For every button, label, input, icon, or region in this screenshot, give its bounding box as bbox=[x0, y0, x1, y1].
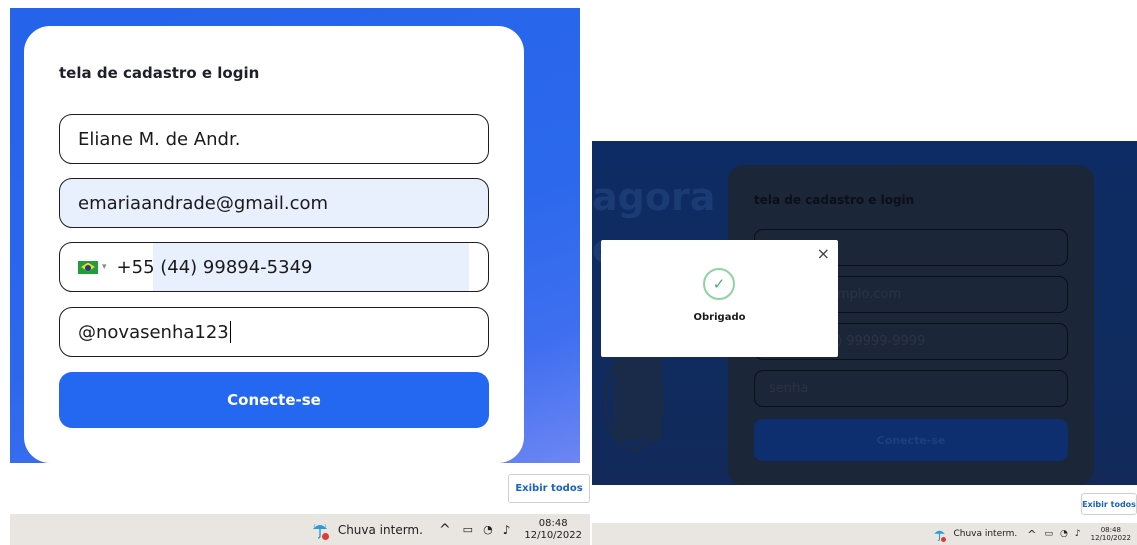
clock-time: 08:48 bbox=[538, 517, 568, 529]
country-dropdown-icon[interactable]: ▾ bbox=[102, 262, 107, 272]
phone-value: +55 (44) 99894-5349 bbox=[116, 256, 313, 278]
password-value: @novasenha123 bbox=[78, 321, 229, 343]
connect-button[interactable]: Conecte-se bbox=[754, 419, 1068, 461]
rain-weather-icon[interactable] bbox=[310, 520, 330, 540]
phone-field[interactable]: ▾ +55 (44) 99894-5349 bbox=[59, 242, 489, 292]
notification-dot bbox=[321, 532, 329, 540]
connect-button[interactable]: Conecte-se bbox=[59, 372, 489, 428]
clock[interactable]: 08:48 12/10/2022 bbox=[1091, 526, 1131, 543]
clock[interactable]: 08:48 12/10/2022 bbox=[524, 518, 582, 542]
page-background-dimmed: agora o tela de cadastro e login mplo.co… bbox=[592, 141, 1137, 485]
wifi-icon[interactable]: ◔ bbox=[1060, 529, 1068, 539]
battery-icon[interactable]: ▭ bbox=[1045, 529, 1054, 539]
chevron-up-icon[interactable]: ^ bbox=[1027, 528, 1036, 541]
rain-weather-icon[interactable] bbox=[932, 527, 947, 542]
password-field[interactable]: @novasenha123 bbox=[59, 307, 489, 357]
volume-icon[interactable]: ♪ bbox=[503, 523, 511, 537]
brazil-flag-icon[interactable] bbox=[78, 260, 98, 274]
text-cursor bbox=[229, 321, 231, 343]
left-screenshot: tela de cadastro e login Eliane M. de An… bbox=[0, 0, 590, 545]
clock-date: 12/10/2022 bbox=[1090, 534, 1131, 542]
windows-taskbar: Chuva interm. ^ ▭ ◔ ♪ 08:48 12/10/2022 bbox=[592, 523, 1137, 545]
show-all-downloads-button[interactable]: Exibir todos bbox=[508, 474, 590, 503]
weather-label[interactable]: Chuva interm. bbox=[953, 529, 1017, 539]
volume-icon[interactable]: ♪ bbox=[1075, 529, 1081, 539]
battery-icon[interactable]: ▭ bbox=[463, 523, 473, 536]
right-screenshot: agora o tela de cadastro e login mplo.co… bbox=[592, 0, 1137, 545]
email-field[interactable]: emariaandrade@gmail.com bbox=[59, 178, 489, 228]
password-field[interactable]: senha bbox=[754, 370, 1068, 407]
card-title: tela de cadastro e login bbox=[754, 193, 915, 207]
phone-placeholder: ) 99999-9999 bbox=[837, 334, 926, 349]
close-icon[interactable]: × bbox=[817, 244, 830, 263]
thank-you-modal: × ✓ Obrigado bbox=[601, 240, 838, 357]
email-value: emariaandrade@gmail.com bbox=[78, 192, 329, 214]
signup-card: tela de cadastro e login Eliane M. de An… bbox=[24, 26, 524, 463]
email-placeholder: mplo.com bbox=[837, 287, 902, 302]
card-title: tela de cadastro e login bbox=[59, 64, 260, 82]
wifi-icon[interactable]: ◔ bbox=[483, 523, 493, 536]
show-all-downloads-button[interactable]: Exibir todos bbox=[1081, 493, 1137, 515]
clock-date: 12/10/2022 bbox=[524, 529, 582, 541]
modal-message: Obrigado bbox=[693, 312, 746, 323]
clock-time: 08:48 bbox=[1100, 525, 1121, 534]
chevron-up-icon[interactable]: ^ bbox=[439, 522, 451, 538]
name-value: Eliane M. de Andr. bbox=[78, 128, 241, 150]
hero-heading-line-1: agora bbox=[592, 175, 716, 219]
name-field[interactable]: Eliane M. de Andr. bbox=[59, 114, 489, 164]
windows-taskbar: Chuva interm. ^ ▭ ◔ ♪ 08:48 12/10/2022 bbox=[10, 514, 590, 545]
password-placeholder: senha bbox=[769, 381, 809, 396]
check-circle-icon: ✓ bbox=[703, 268, 735, 300]
weather-label[interactable]: Chuva interm. bbox=[338, 523, 423, 537]
